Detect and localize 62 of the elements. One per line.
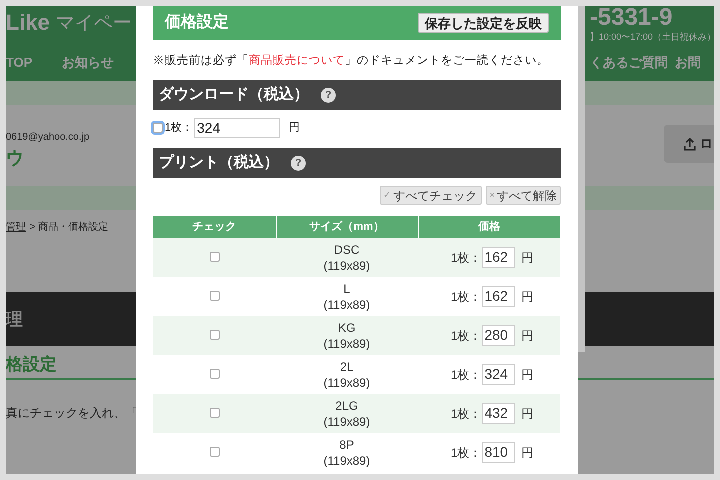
count-label: 1枚： [451, 328, 482, 345]
size-name: 2L [339, 358, 355, 375]
phone-number: -5331-9 [590, 6, 673, 30]
size-dimensions: (119x89) [322, 336, 372, 352]
unit-label: 円 [522, 366, 534, 384]
size-name: 8P [338, 436, 356, 453]
upload-button[interactable]: ロ [664, 125, 714, 163]
checkbox[interactable] [210, 290, 220, 301]
document-link[interactable]: 商品販売について [249, 55, 345, 67]
unit-label: 円 [289, 121, 300, 136]
account-email: 0619@yahoo.co.jp [6, 131, 90, 145]
checkbox[interactable] [153, 123, 163, 134]
notice-text: ※販売前は必ず「商品販売について」のドキュメントをご一読ください。 [153, 53, 550, 69]
checkbox[interactable] [210, 330, 220, 340]
bulk-action-button[interactable]: ✓ すべてチェック [380, 186, 482, 206]
size-dimensions: (119x89) [322, 258, 372, 274]
scrollbar[interactable] [578, 6, 585, 352]
unit-label: 円 [522, 250, 534, 267]
count-label: 1枚： [451, 288, 482, 306]
size-name: KG [337, 320, 357, 336]
price-input[interactable]: 324 [482, 364, 515, 386]
breadcrumb-link[interactable]: 管理 [6, 220, 26, 235]
unit-label: 円 [522, 406, 534, 423]
count-label: 1枚： [451, 250, 482, 267]
count-label: 1枚： [165, 121, 194, 136]
bulk-action-button[interactable]: × すべて解除 [486, 186, 561, 206]
size-dimensions: (119x89) [322, 296, 372, 313]
count-label: 1枚： [451, 366, 482, 384]
price-input[interactable]: 810 [482, 442, 515, 464]
size-name: DSC [333, 242, 361, 258]
business-hours: 】10:00〜17:00（土日祝休み） [590, 31, 714, 44]
checkbox[interactable] [210, 252, 220, 262]
count-label: 1枚： [451, 444, 482, 462]
count-label: 1枚： [451, 406, 482, 423]
breadcrumb-text: > 商品・価格設定 [30, 220, 109, 235]
checkbox[interactable] [210, 408, 220, 418]
size-dimensions: (119x89) [322, 374, 372, 391]
price-input[interactable]: 432 [482, 403, 515, 424]
checkbox[interactable] [210, 368, 220, 379]
price-input[interactable]: 162 [482, 286, 515, 308]
size-dimensions: (119x89) [322, 414, 372, 430]
section-heading: ダウンロード（税込） [159, 85, 309, 105]
unit-label: 円 [522, 288, 534, 306]
price-input[interactable]: 280 [482, 325, 515, 346]
help-icon[interactable]: ? [321, 88, 336, 103]
column-header: チェック [153, 216, 276, 238]
price-input[interactable]: 324 [194, 118, 280, 138]
page-title: マイペー [56, 14, 133, 33]
account-name: ウ [6, 147, 24, 170]
unit-label: 円 [522, 444, 534, 462]
modal-title: 価格設定 [165, 12, 229, 33]
size-name: L [342, 280, 352, 297]
price-input[interactable]: 162 [482, 247, 515, 268]
unit-label: 円 [522, 328, 534, 345]
checkbox[interactable] [210, 446, 220, 457]
section-heading: プリント（税込） [159, 153, 279, 173]
size-dimensions: (119x89) [322, 452, 372, 469]
apply-settings-button[interactable]: 保存した設定を反映 [418, 13, 549, 33]
size-name: 2LG [334, 398, 360, 414]
upload-icon [684, 138, 696, 150]
brand-logo: Like [6, 12, 50, 34]
help-icon[interactable]: ? [291, 156, 306, 171]
